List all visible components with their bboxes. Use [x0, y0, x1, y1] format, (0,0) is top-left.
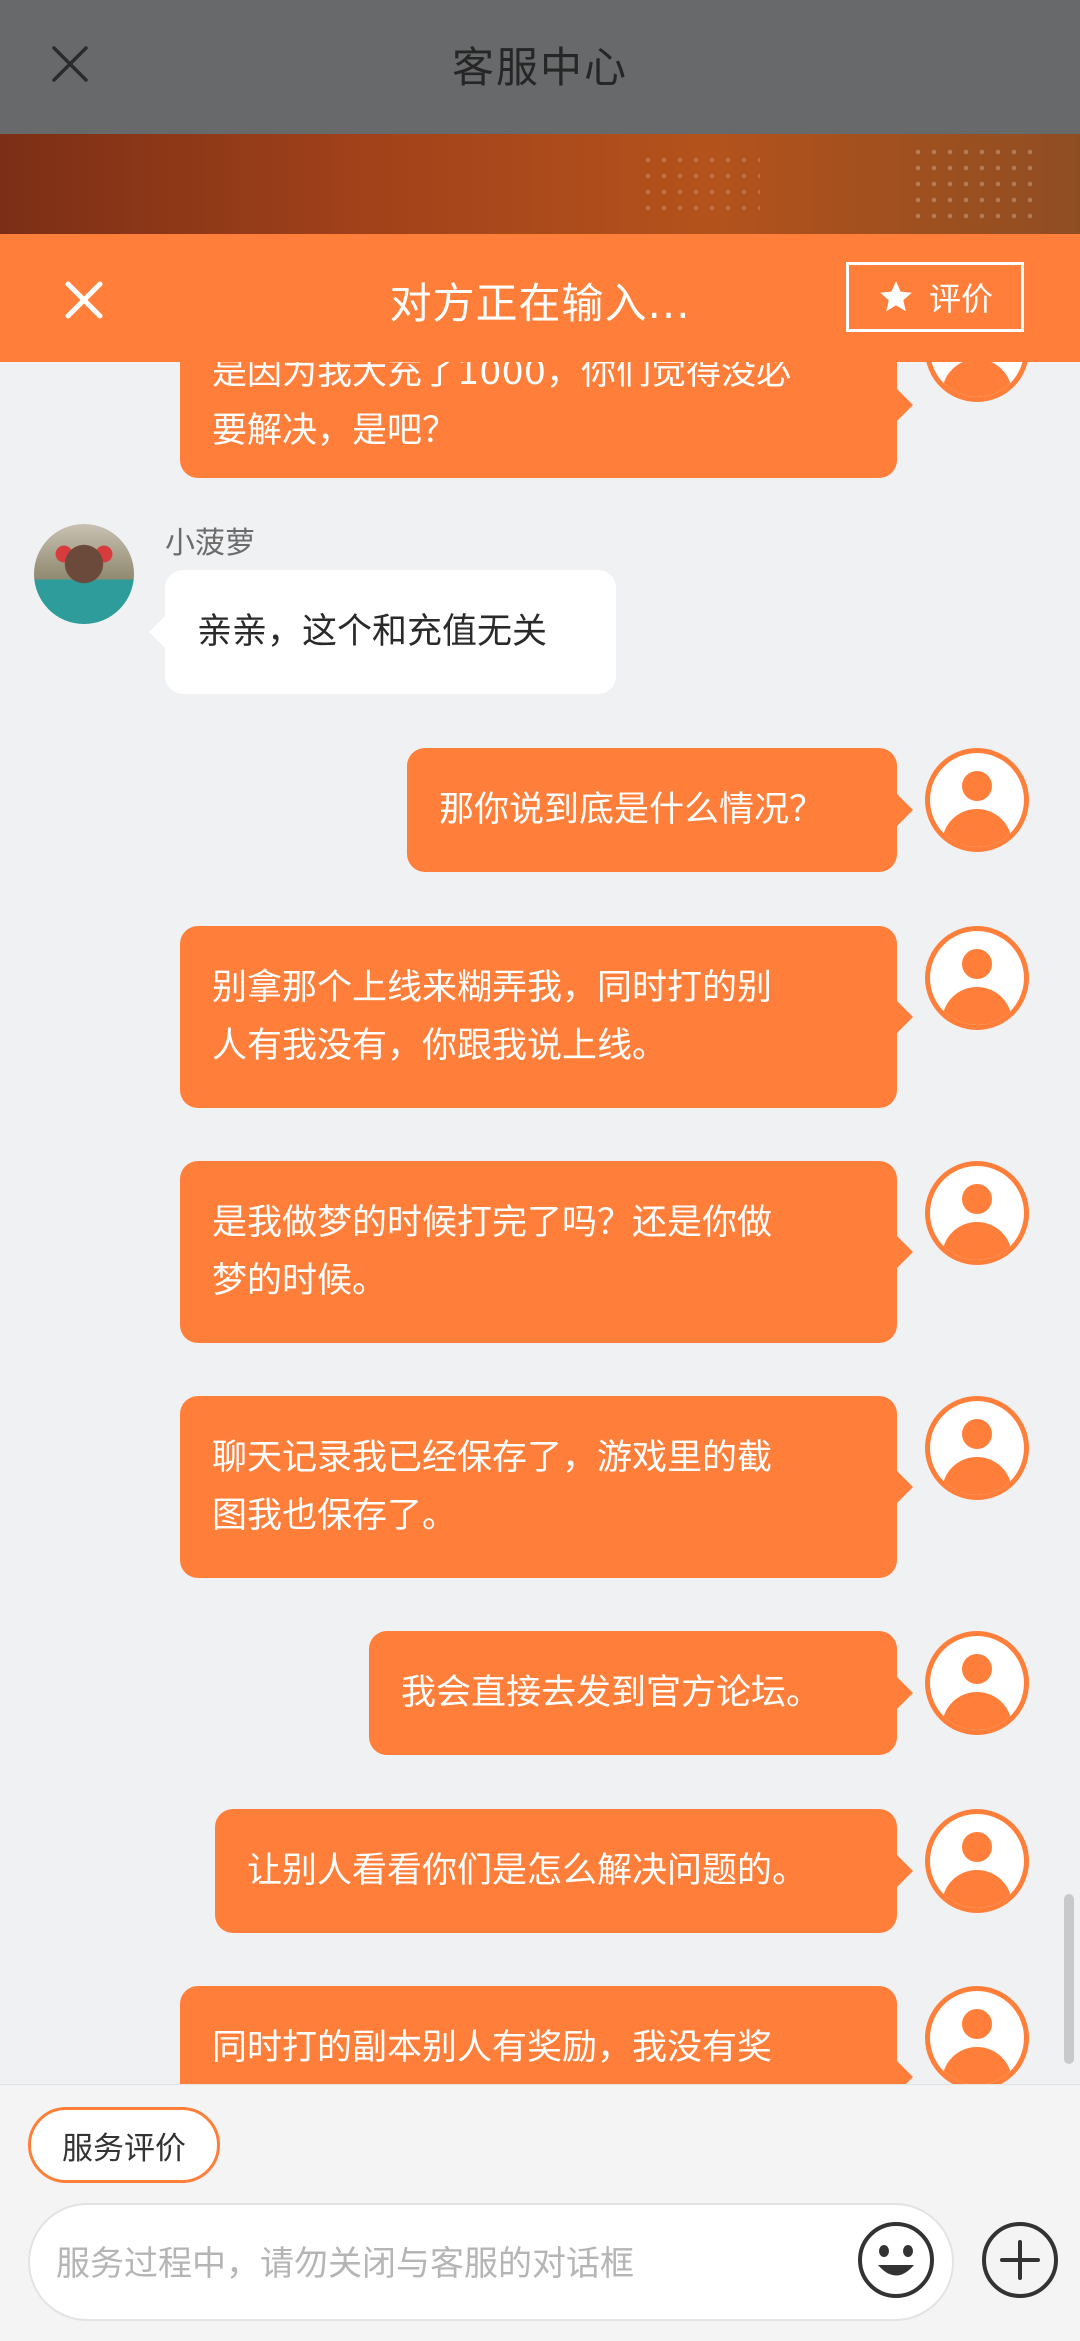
message-text: 是因为我大充了1000，你们觉得没必 — [212, 362, 792, 393]
message-text: 那你说到底是什么情况？ — [439, 790, 825, 830]
agent-name: 小菠萝 — [165, 526, 255, 561]
banner-decoration — [640, 152, 760, 212]
user-avatar-icon — [925, 362, 1029, 402]
rate-label: 评价 — [928, 280, 993, 318]
banner-image — [0, 134, 1080, 234]
user-avatar-icon — [925, 1396, 1029, 1500]
message-bubble: 那你说到底是什么情况？ — [407, 748, 913, 872]
message-text: 别拿那个上线来糊弄我，同时打的别 — [212, 968, 773, 1008]
message-text: 让别人看看你们是怎么解决问题的。 — [247, 1851, 808, 1891]
scrollbar[interactable] — [1064, 1894, 1074, 2064]
message-text: 要解决，是吧？ — [212, 411, 458, 451]
message-bubble: 是我做梦的时候打完了吗？还是你做 梦的时候。 — [180, 1161, 913, 1343]
banner-decoration — [910, 144, 1040, 224]
user-avatar-icon — [925, 1986, 1029, 2084]
message-bubble: 聊天记录我已经保存了，游戏里的截 图我也保存了。 — [180, 1396, 913, 1578]
user-avatar-icon — [925, 1631, 1029, 1735]
message-text: 我会直接去发到官方论坛。 — [401, 1673, 822, 1713]
user-avatar-icon — [925, 1161, 1029, 1265]
app-bar: 客服中心 — [0, 0, 1080, 134]
message-text: 同时打的副本别人有奖励，我没有奖 — [212, 2028, 773, 2068]
message-text: 亲亲，这个和充值无关 — [197, 612, 548, 652]
message-bubble: 是因为我大充了1000，你们觉得没必 要解决，是吧？ — [180, 362, 913, 478]
star-icon — [880, 281, 912, 312]
service-rating-button[interactable]: 服务评价 — [28, 2107, 220, 2183]
emoji-icon[interactable] — [856, 2220, 936, 2300]
user-avatar-icon — [925, 926, 1029, 1030]
message-bubble: 别拿那个上线来糊弄我，同时打的别 人有我没有，你跟我说上线。 — [180, 926, 913, 1108]
agent-avatar[interactable] — [34, 524, 134, 624]
rate-button[interactable]: 评价 — [846, 262, 1024, 332]
message-input-box[interactable] — [28, 2203, 954, 2321]
message-list[interactable]: 是因为我大充了1000，你们觉得没必 要解决，是吧？ 小菠萝 亲亲，这个和充值无… — [0, 362, 1080, 2084]
page-title: 客服中心 — [451, 43, 628, 92]
message-text: 梦的时候。 — [212, 1261, 388, 1301]
message-text: 聊天记录我已经保存了，游戏里的截 — [212, 1438, 773, 1478]
message-bubble: 亲亲，这个和充值无关 — [149, 570, 616, 694]
message-text: 人有我没有，你跟我说上线。 — [212, 1026, 668, 1066]
chat-header: 对方正在输入... 评价 — [0, 234, 1080, 362]
plus-circle-icon[interactable] — [980, 2220, 1060, 2300]
user-avatar-icon — [925, 1809, 1029, 1913]
message-bubble: 我会直接去发到官方论坛。 — [369, 1631, 913, 1755]
message-text: 图我也保存了。 — [212, 1496, 458, 1536]
message-bubble: 同时打的副本别人有奖励，我没有奖 — [180, 1986, 913, 2084]
composer: 服务评价 — [0, 2084, 1080, 2341]
message-text: 是我做梦的时候打完了吗？还是你做 — [212, 1203, 773, 1243]
message-bubble: 让别人看看你们是怎么解决问题的。 — [215, 1809, 913, 1933]
user-avatar-icon — [925, 748, 1029, 852]
message-input[interactable] — [54, 2229, 858, 2299]
